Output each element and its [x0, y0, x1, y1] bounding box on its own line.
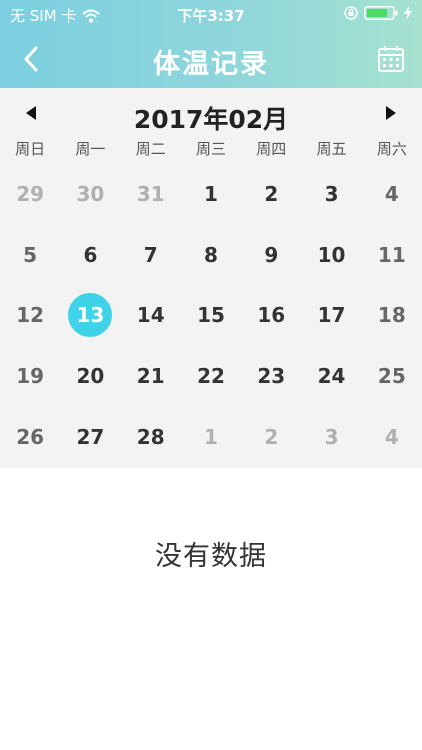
calendar-day-label: 23 [257, 364, 286, 389]
calendar-day-label: 16 [257, 303, 286, 328]
calendar-day-label: 20 [76, 364, 105, 389]
app-header: 无 SIM 卡 下午3:37 体温记录 [0, 0, 422, 88]
calendar-day-label: 4 [384, 182, 399, 207]
calendar-day[interactable]: 21 [121, 346, 181, 407]
calendar-day[interactable]: 20 [60, 346, 120, 407]
calendar-day-label: 3 [324, 182, 339, 207]
weekday-label: 周三 [195, 140, 226, 158]
weekday-label: 周五 [316, 140, 347, 158]
calendar-day[interactable]: 26 [0, 406, 60, 467]
calendar: 2017年02月 周日 周一 周二 周三 周四 周五 周六 29 30 31 1 2 3 4 5 6 7 8 9 1… [0, 88, 422, 468]
triangle-right-icon [386, 106, 396, 120]
weekday-header: 周日 周一 周二 周三 周四 周五 周六 [0, 138, 422, 162]
calendar-day-label: 25 [377, 364, 406, 389]
calendar-day[interactable]: 28 [121, 406, 181, 467]
calendar-day-label: 2 [264, 424, 279, 449]
calendar-day-label: 7 [143, 242, 158, 267]
calendar-day[interactable]: 18 [362, 285, 422, 346]
calendar-day[interactable]: 3 [301, 406, 361, 467]
calendar-day-label: 11 [377, 242, 406, 267]
calendar-day[interactable]: 10 [301, 225, 361, 286]
calendar-day-label: 28 [136, 424, 165, 449]
calendar-day-label: 6 [83, 242, 98, 267]
calendar-day[interactable]: 23 [241, 346, 301, 407]
calendar-day[interactable]: 11 [362, 225, 422, 286]
battery-icon [364, 6, 398, 20]
calendar-day[interactable]: 30 [60, 164, 120, 225]
calendar-icon [378, 46, 404, 72]
empty-state-message: 没有数据 [155, 541, 267, 572]
calendar-day[interactable]: 2 [241, 164, 301, 225]
calendar-day[interactable]: 9 [241, 225, 301, 286]
calendar-day-label: 14 [136, 303, 165, 328]
calendar-day-label: 26 [16, 424, 45, 449]
calendar-day[interactable]: 2 [241, 406, 301, 467]
calendar-day-selected[interactable]: 13 [60, 285, 120, 346]
calendar-day[interactable]: 17 [301, 285, 361, 346]
calendar-day-label: 9 [264, 242, 279, 267]
calendar-day[interactable]: 1 [181, 406, 241, 467]
calendar-day-label: 24 [317, 364, 346, 389]
calendar-day[interactable]: 14 [121, 285, 181, 346]
calendar-day[interactable]: 7 [121, 225, 181, 286]
month-title: 2017年02月 [133, 105, 289, 134]
calendar-day-label: 5 [23, 242, 38, 267]
calendar-day[interactable]: 22 [181, 346, 241, 407]
calendar-day-label: 10 [317, 242, 346, 267]
calendar-day-label: 12 [16, 303, 45, 328]
calendar-day[interactable]: 12 [0, 285, 60, 346]
calendar-day-label: 21 [136, 364, 165, 389]
calendar-day-label: 13 [68, 293, 113, 338]
calendar-day[interactable]: 4 [362, 164, 422, 225]
status-bar: 无 SIM 卡 下午3:37 [0, 0, 422, 30]
calendar-day-label: 4 [384, 424, 399, 449]
next-month-button[interactable] [378, 100, 404, 126]
calendar-day-label: 15 [197, 303, 225, 328]
orientation-lock-icon [344, 6, 358, 20]
weekday-label: 周六 [376, 140, 407, 158]
calendar-day-label: 31 [136, 182, 165, 207]
weekday-label: 周二 [135, 140, 166, 158]
charging-icon [404, 6, 412, 20]
calendar-day[interactable]: 15 [181, 285, 241, 346]
weekday-label: 周一 [75, 140, 106, 158]
calendar-day[interactable]: 3 [301, 164, 361, 225]
status-right [344, 6, 412, 20]
calendar-day[interactable]: 1 [181, 164, 241, 225]
calendar-day[interactable]: 25 [362, 346, 422, 407]
calendar-day-label: 19 [16, 364, 45, 389]
calendar-day[interactable]: 19 [0, 346, 60, 407]
calendar-day-label: 2 [264, 182, 279, 207]
calendar-day-label: 27 [76, 424, 105, 449]
calendar-day-label: 30 [76, 182, 105, 207]
weekday-label: 周日 [15, 140, 46, 158]
calendar-day-label: 3 [324, 424, 339, 449]
calendar-day-label: 29 [16, 182, 45, 207]
calendar-day-label: 1 [204, 424, 218, 449]
calendar-day[interactable]: 4 [362, 406, 422, 467]
calendar-day[interactable]: 8 [181, 225, 241, 286]
calendar-day-label: 17 [317, 303, 346, 328]
days-grid: 29 30 31 1 2 3 4 5 6 7 8 9 10 11 12 13 14 15 16 17 18 19 20 21 2… [0, 164, 422, 467]
page-title: 体温记录 [153, 49, 269, 80]
month-row: 2017年02月 [0, 88, 422, 140]
calendar-day[interactable]: 24 [301, 346, 361, 407]
nav-bar: 体温记录 [0, 30, 422, 88]
calendar-day[interactable]: 16 [241, 285, 301, 346]
weekday-label: 周四 [256, 140, 287, 158]
calendar-day[interactable]: 6 [60, 225, 120, 286]
calendar-button[interactable] [374, 42, 408, 76]
calendar-day-label: 1 [204, 182, 218, 207]
calendar-day[interactable]: 5 [0, 225, 60, 286]
calendar-day[interactable]: 27 [60, 406, 120, 467]
calendar-day[interactable]: 31 [121, 164, 181, 225]
calendar-day[interactable]: 29 [0, 164, 60, 225]
calendar-day-label: 8 [204, 242, 218, 267]
calendar-day-label: 18 [377, 303, 406, 328]
calendar-day-label: 22 [197, 364, 225, 389]
